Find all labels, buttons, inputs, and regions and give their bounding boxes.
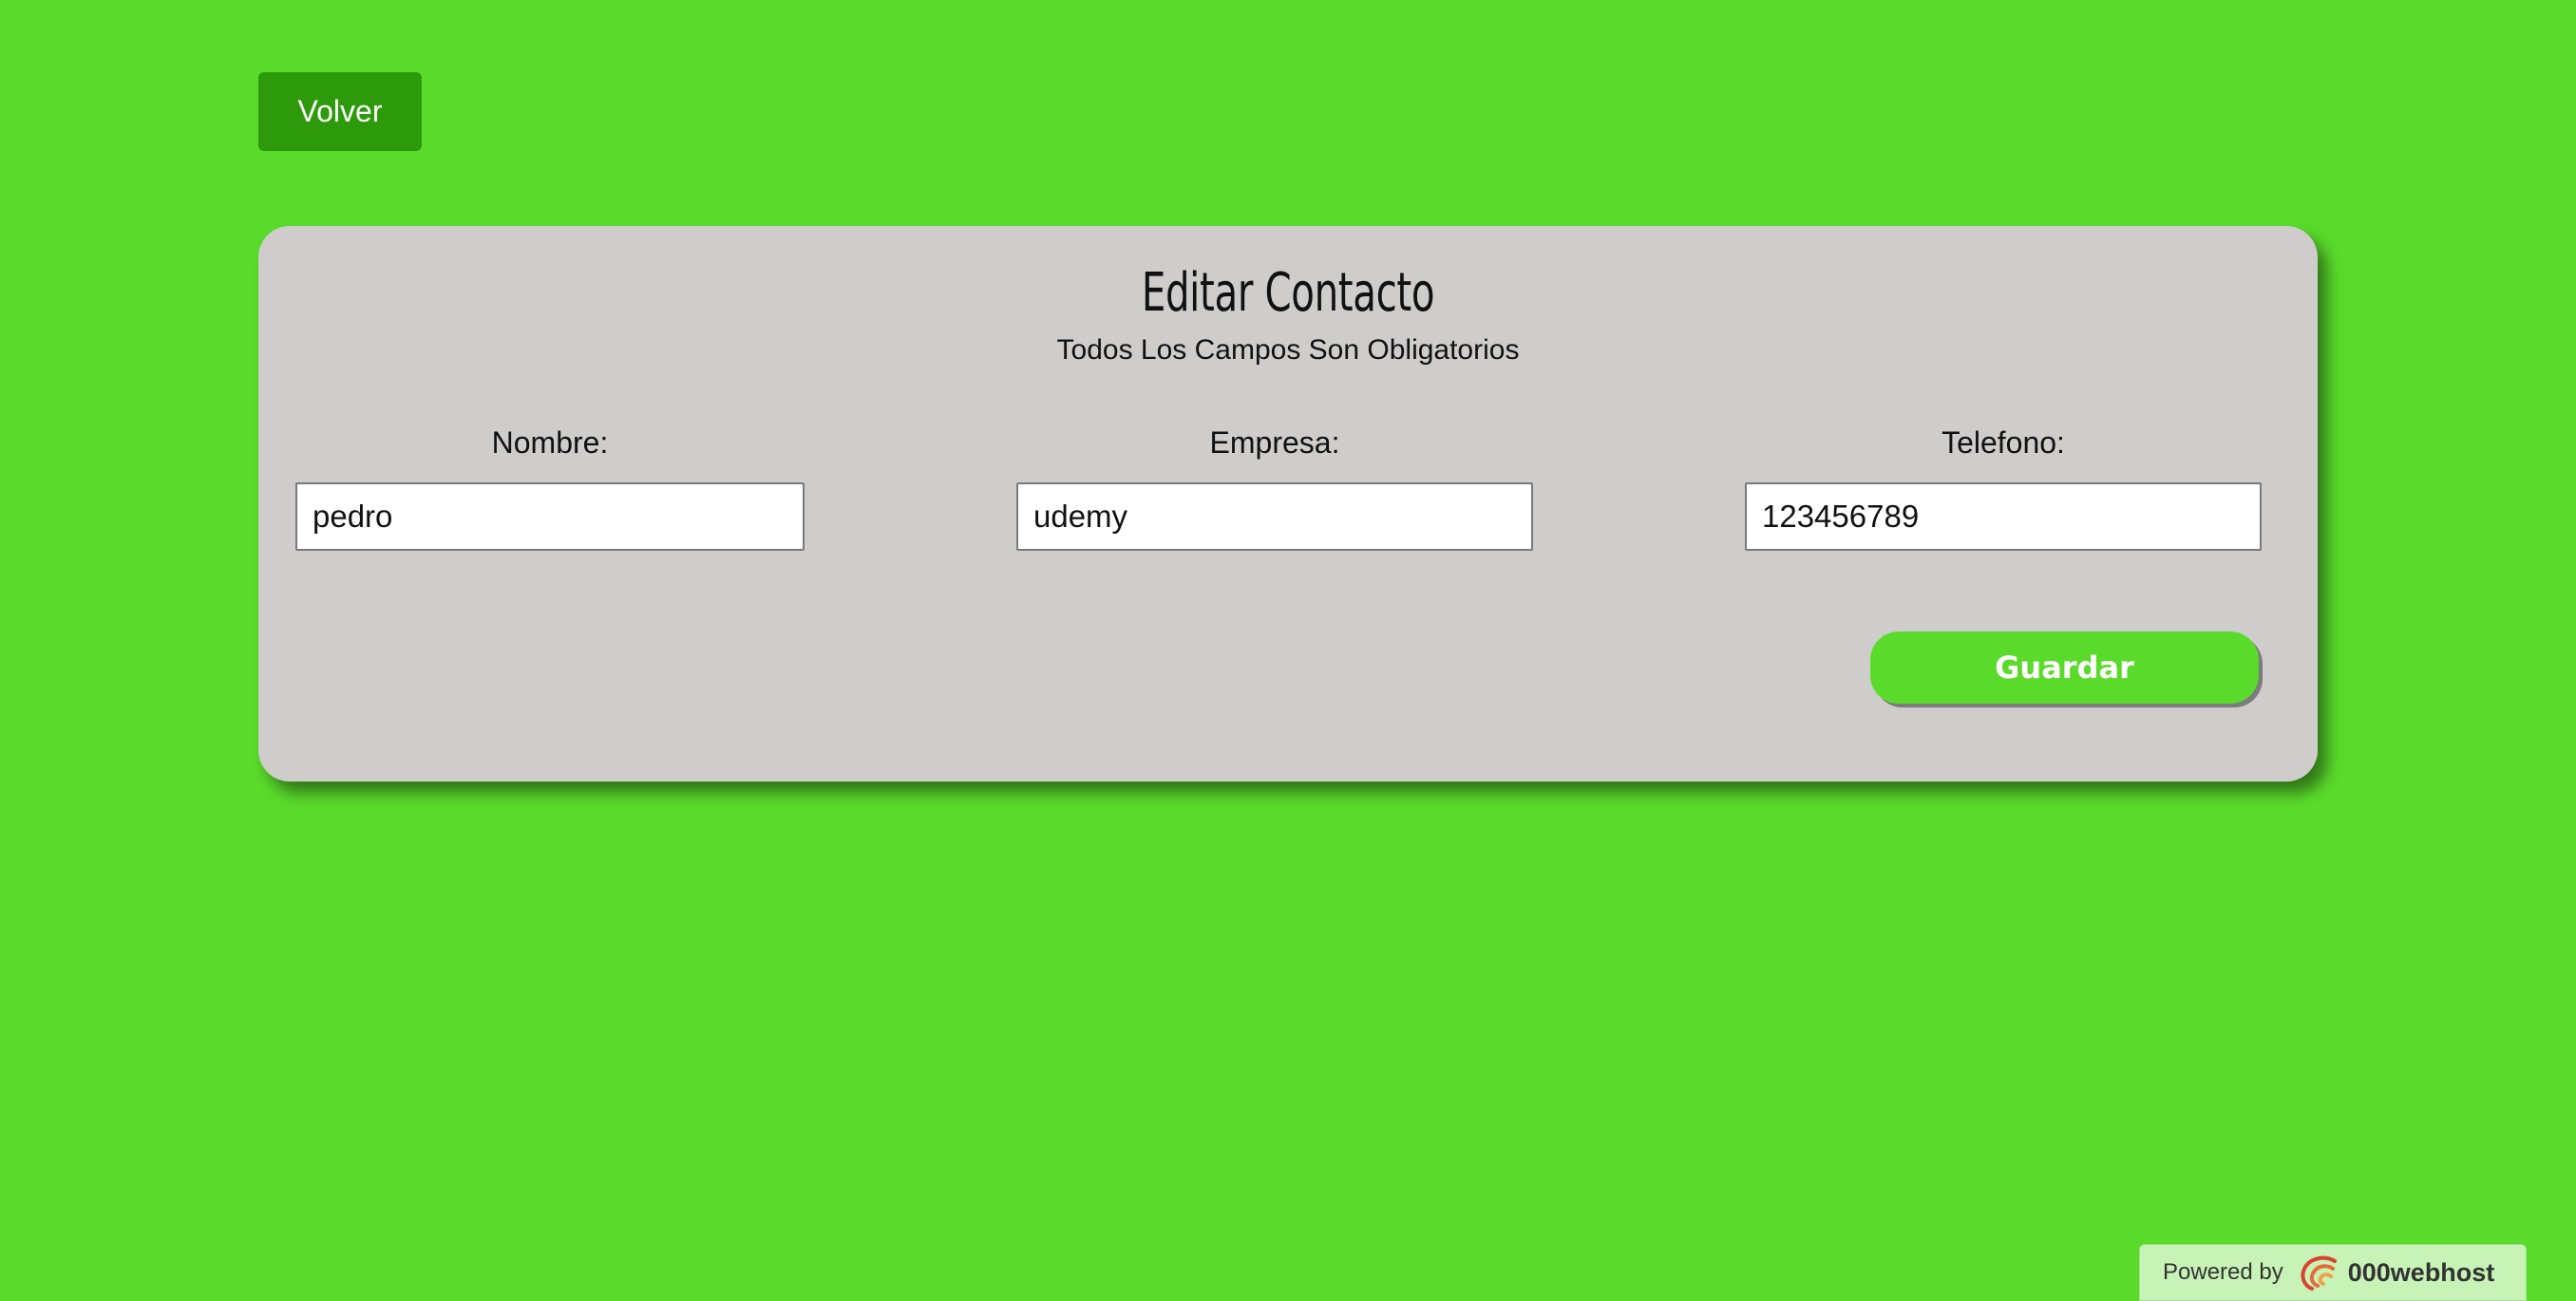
back-button[interactable]: Volver <box>258 72 422 151</box>
empresa-label: Empresa: <box>1209 425 1340 460</box>
brand-name: 000webhost <box>2347 1257 2495 1287</box>
000webhost-logo-icon <box>2301 1255 2337 1291</box>
telefono-label: Telefono: <box>1941 425 2065 460</box>
page: { "header": { "back_label": "Volver" }, … <box>0 0 2576 1301</box>
form-title: Editar Contacto <box>1141 262 1435 324</box>
empresa-input[interactable] <box>1016 482 1533 551</box>
nombre-input[interactable] <box>295 482 805 551</box>
powered-by-badge[interactable]: Powered by 000webhost <box>2139 1244 2527 1301</box>
form-subtitle: Todos Los Campos Son Obligatorios <box>1056 334 1520 366</box>
edit-contact-form: Editar Contacto Todos Los Campos Son Obl… <box>258 226 2318 782</box>
save-button[interactable]: Guardar <box>1870 632 2259 704</box>
telefono-input[interactable] <box>1745 482 2262 551</box>
powered-by-text: Powered by <box>2163 1259 2283 1285</box>
nombre-label: Nombre: <box>491 425 609 460</box>
